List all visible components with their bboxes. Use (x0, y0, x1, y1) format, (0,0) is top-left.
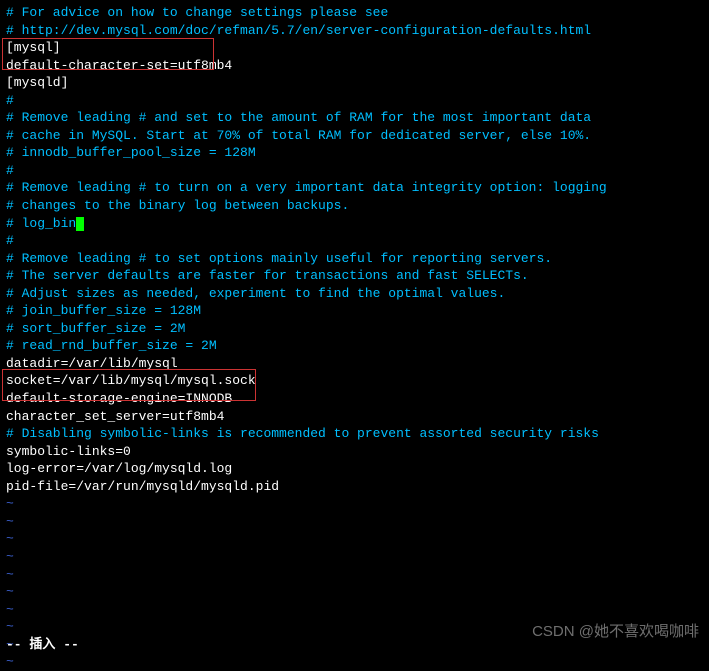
code-line: character_set_server=utf8mb4 (6, 408, 703, 426)
code-line: ~ (6, 566, 703, 584)
code-line: # Adjust sizes as needed, experiment to … (6, 285, 703, 303)
editor-content[interactable]: # For advice on how to change settings p… (6, 4, 703, 671)
code-line: ~ (6, 548, 703, 566)
code-line: [mysqld] (6, 74, 703, 92)
code-line: # read_rnd_buffer_size = 2M (6, 337, 703, 355)
code-line: pid-file=/var/run/mysqld/mysqld.pid (6, 478, 703, 496)
code-line: default-character-set=utf8mb4 (6, 57, 703, 75)
code-line: # (6, 232, 703, 250)
code-line: # Remove leading # to turn on a very imp… (6, 179, 703, 197)
code-line: # For advice on how to change settings p… (6, 4, 703, 22)
code-line: log-error=/var/log/mysqld.log (6, 460, 703, 478)
watermark-text: CSDN @她不喜欢喝咖啡 (532, 622, 699, 642)
cursor-icon (76, 217, 84, 231)
code-line: ~ (6, 495, 703, 513)
code-line: default-storage-engine=INNODB (6, 390, 703, 408)
code-line: # The server defaults are faster for tra… (6, 267, 703, 285)
code-line: # (6, 162, 703, 180)
code-line: # Remove leading # to set options mainly… (6, 250, 703, 268)
code-line: # changes to the binary log between back… (6, 197, 703, 215)
code-line: socket=/var/lib/mysql/mysql.sock (6, 372, 703, 390)
code-line: # sort_buffer_size = 2M (6, 320, 703, 338)
code-line: # Disabling symbolic-links is recommende… (6, 425, 703, 443)
code-line: ~ (6, 583, 703, 601)
code-line: ~ (6, 601, 703, 619)
code-line: # cache in MySQL. Start at 70% of total … (6, 127, 703, 145)
code-line: ~ (6, 513, 703, 531)
code-line: datadir=/var/lib/mysql (6, 355, 703, 373)
code-line: # join_buffer_size = 128M (6, 302, 703, 320)
code-line: # http://dev.mysql.com/doc/refman/5.7/en… (6, 22, 703, 40)
code-line: # innodb_buffer_pool_size = 128M (6, 144, 703, 162)
code-line: symbolic-links=0 (6, 443, 703, 461)
code-line: [mysql] (6, 39, 703, 57)
code-line: # Remove leading # and set to the amount… (6, 109, 703, 127)
vim-status-mode: -- 插入 -- (6, 636, 79, 654)
code-line: # log_bin (6, 215, 703, 233)
code-line: ~ (6, 530, 703, 548)
code-line: ~ (6, 653, 703, 671)
code-line: # (6, 92, 703, 110)
